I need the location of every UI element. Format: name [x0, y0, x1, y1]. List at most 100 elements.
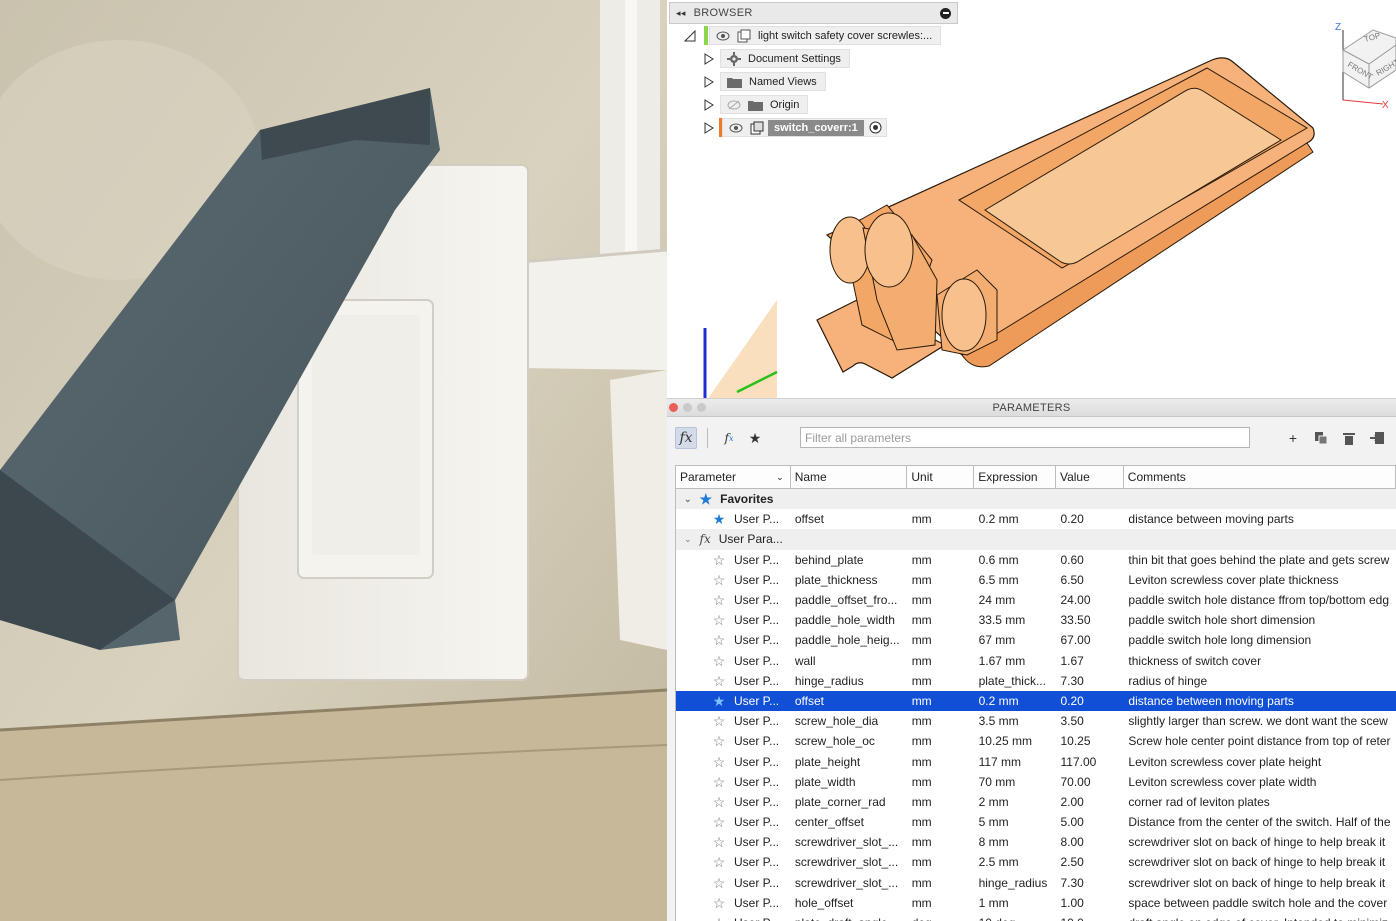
copy-parameter-icon[interactable]	[1310, 427, 1332, 449]
expand-triangle-icon[interactable]	[704, 52, 714, 65]
parameter-unit[interactable]: mm	[908, 550, 975, 570]
star-outline-icon[interactable]: ☆	[712, 815, 726, 829]
parameter-name[interactable]: offset	[791, 691, 908, 711]
parameter-expression[interactable]: 8 mm	[975, 832, 1057, 852]
parameter-comment[interactable]: draft angle on edge of cover. Intended t…	[1124, 913, 1396, 921]
parameter-comment[interactable]: paddle switch hole long dimension	[1124, 630, 1396, 650]
table-row[interactable]: ☆ User P... center_offset mm 5 mm 5.00 Distanc…	[676, 812, 1396, 832]
parameter-expression[interactable]: 1.67 mm	[975, 651, 1057, 671]
star-outline-icon[interactable]: ☆	[712, 876, 726, 890]
parameter-name[interactable]: plate_thickness	[791, 570, 908, 590]
chevron-down-icon[interactable]: ⌄	[684, 534, 692, 545]
browser-item-component[interactable]: switch_coverr:1	[669, 116, 958, 139]
parameter-unit[interactable]: mm	[908, 570, 975, 590]
chevron-down-icon[interactable]: ⌄	[684, 494, 692, 505]
star-outline-icon[interactable]: ☆	[712, 896, 726, 910]
parameter-expression[interactable]: 67 mm	[975, 630, 1057, 650]
parameter-expression[interactable]: 1 mm	[975, 893, 1057, 913]
user-parameters-fx-icon[interactable]: fx	[718, 427, 740, 449]
star-outline-icon[interactable]: ☆	[712, 553, 726, 567]
parameter-expression[interactable]: 3.5 mm	[975, 711, 1057, 731]
expand-triangle-icon[interactable]	[704, 121, 714, 134]
table-row[interactable]: ☆ User P... plate_height mm 117 mm 117.00 Levi…	[676, 751, 1396, 771]
star-outline-icon[interactable]: ☆	[712, 734, 726, 748]
parameter-name[interactable]: plate_draft_angle	[791, 913, 908, 921]
star-outline-icon[interactable]: ☆	[712, 573, 726, 587]
parameter-unit[interactable]: mm	[908, 691, 975, 711]
star-outline-icon[interactable]: ☆	[712, 593, 726, 607]
parameter-name[interactable]: behind_plate	[791, 550, 908, 570]
star-outline-icon[interactable]: ☆	[712, 795, 726, 809]
parameter-expression[interactable]: 33.5 mm	[975, 610, 1057, 630]
group-row-user-parameters[interactable]: ⌄ fx User Para...	[676, 529, 1396, 550]
origin-chip[interactable]: Origin	[720, 95, 809, 114]
parameter-name[interactable]: screwdriver_slot_...	[791, 832, 908, 852]
parameter-expression[interactable]: 2.5 mm	[975, 852, 1057, 872]
all-parameters-fx-icon[interactable]: fx	[675, 427, 697, 449]
star-outline-icon[interactable]: ☆	[712, 855, 726, 869]
parameter-comment[interactable]: Screw hole center point distance from to…	[1124, 731, 1396, 751]
star-outline-icon[interactable]: ☆	[712, 613, 726, 627]
parameter-unit[interactable]: mm	[908, 509, 975, 529]
parameter-unit[interactable]: mm	[908, 812, 975, 832]
parameter-unit[interactable]: mm	[908, 671, 975, 691]
collapse-icon[interactable]: ◂◂	[676, 8, 686, 19]
parameter-name[interactable]: center_offset	[791, 812, 908, 832]
parameter-expression[interactable]: plate_thick...	[975, 671, 1057, 691]
browser-item-document-settings[interactable]: Document Settings	[669, 47, 958, 70]
table-row[interactable]: ☆ User P... screwdriver_slot_... mm hinge_ra…	[676, 873, 1396, 893]
parameter-expression[interactable]: 0.2 mm	[975, 691, 1057, 711]
column-header-parameter[interactable]: Parameter ⌄	[676, 466, 791, 488]
parameter-comment[interactable]: paddle switch hole short dimension	[1124, 610, 1396, 630]
named-views-chip[interactable]: Named Views	[720, 72, 826, 91]
table-row[interactable]: ☆ User P... hinge_radius mm plate_thick... 7.…	[676, 671, 1396, 691]
favorites-star-icon[interactable]: ★	[744, 427, 766, 449]
parameter-name[interactable]: screw_hole_oc	[791, 731, 908, 751]
chevron-down-icon[interactable]: ⌄	[776, 472, 784, 483]
parameter-unit[interactable]: mm	[908, 590, 975, 610]
parameter-unit[interactable]: mm	[908, 651, 975, 671]
hidden-eye-icon[interactable]	[727, 100, 741, 110]
favorite-star-icon[interactable]: ★	[712, 512, 726, 526]
parameter-comment[interactable]: screwdriver slot on back of hinge to hel…	[1124, 873, 1396, 893]
star-outline-icon[interactable]: ☆	[712, 835, 726, 849]
star-outline-icon[interactable]: ☆	[712, 916, 726, 921]
parameter-unit[interactable]: mm	[908, 832, 975, 852]
eye-icon[interactable]	[729, 123, 743, 133]
parameter-expression[interactable]: 2 mm	[975, 792, 1057, 812]
parameter-comment[interactable]: screwdriver slot on back of hinge to hel…	[1124, 852, 1396, 872]
star-outline-icon[interactable]: ☆	[712, 755, 726, 769]
table-row[interactable]: ★ User P... offset mm 0.2 mm 0.20 distance bet…	[676, 509, 1396, 529]
star-outline-icon[interactable]: ☆	[712, 714, 726, 728]
browser-item-origin[interactable]: Origin	[669, 93, 958, 116]
parameter-expression[interactable]: 24 mm	[975, 590, 1057, 610]
parameter-comment[interactable]: Leviton screwless cover plate thickness	[1124, 570, 1396, 590]
table-row[interactable]: ☆ User P... wall mm 1.67 mm 1.67 thickness of …	[676, 651, 1396, 671]
import-parameters-icon[interactable]	[1366, 427, 1388, 449]
parameter-expression[interactable]: 70 mm	[975, 772, 1057, 792]
column-header-unit[interactable]: Unit	[907, 466, 975, 488]
viewcube[interactable]: TOP FRONT RIGHT Z X	[1335, 22, 1396, 111]
parameter-comment[interactable]: corner rad of leviton plates	[1124, 792, 1396, 812]
parameter-comment[interactable]: thin bit that goes behind the plate and …	[1124, 550, 1396, 570]
parameter-name[interactable]: paddle_hole_heig...	[791, 630, 908, 650]
star-outline-icon[interactable]: ☆	[712, 654, 726, 668]
parameter-name[interactable]: hinge_radius	[791, 671, 908, 691]
table-row[interactable]: ☆ User P... plate_corner_rad mm 2 mm 2.00 corn…	[676, 792, 1396, 812]
expanded-triangle-icon[interactable]	[684, 29, 696, 42]
star-outline-icon[interactable]: ☆	[712, 775, 726, 789]
parameter-unit[interactable]: mm	[908, 731, 975, 751]
table-row[interactable]: ☆ User P... plate_thickness mm 6.5 mm 6.50 Lev…	[676, 570, 1396, 590]
parameter-unit[interactable]: mm	[908, 751, 975, 771]
parameter-name[interactable]: offset	[791, 509, 908, 529]
parameter-name[interactable]: plate_width	[791, 772, 908, 792]
parameter-unit[interactable]: mm	[908, 873, 975, 893]
table-row[interactable]: ☆ User P... behind_plate mm 0.6 mm 0.60 thin b…	[676, 550, 1396, 570]
parameter-name[interactable]: plate_height	[791, 751, 908, 771]
table-row[interactable]: ☆ User P... screw_hole_oc mm 10.25 mm 10.25 Sc…	[676, 731, 1396, 751]
activate-radio-icon[interactable]	[869, 121, 882, 134]
parameter-comment[interactable]: distance between moving parts	[1124, 509, 1396, 529]
table-row[interactable]: ☆ User P... paddle_offset_fro... mm 24 mm 24.…	[676, 590, 1396, 610]
parameter-unit[interactable]: mm	[908, 630, 975, 650]
parameter-name[interactable]: plate_corner_rad	[791, 792, 908, 812]
